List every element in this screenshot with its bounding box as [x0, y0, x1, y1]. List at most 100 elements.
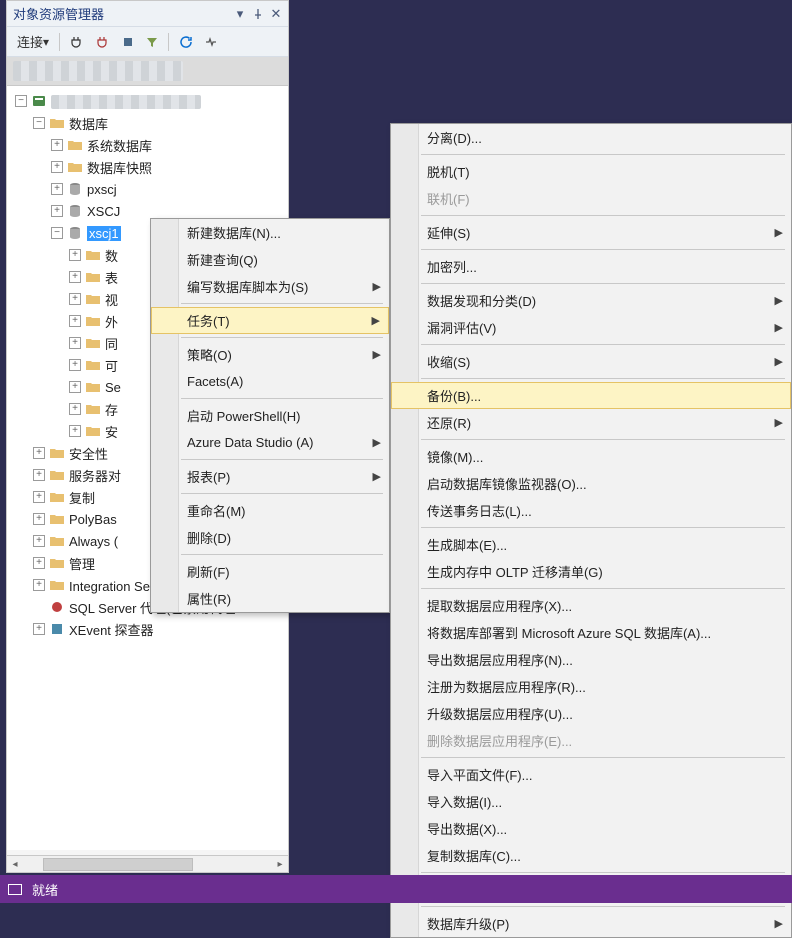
submenu-database-upgrade[interactable]: 数据库升级(P)▶	[391, 910, 791, 937]
menu-delete[interactable]: 删除(D)	[151, 524, 389, 551]
submenu-arrow-icon: ▶	[373, 348, 381, 361]
menu-properties[interactable]: 属性(R)	[151, 585, 389, 612]
menu-sep	[421, 378, 785, 379]
menu-sep	[421, 439, 785, 440]
submenu-import-flat-file[interactable]: 导入平面文件(F)...	[391, 761, 791, 788]
submenu-arrow-icon: ▶	[373, 470, 381, 483]
tree-db-pxscj[interactable]: + pxscj	[9, 178, 286, 200]
plug-connect-icon[interactable]	[66, 33, 88, 51]
collapse-icon[interactable]: −	[33, 117, 45, 129]
menu-facets[interactable]: Facets(A)	[151, 368, 389, 395]
dropdown-icon[interactable]: ▾	[234, 8, 246, 20]
submenu-launch-mirror-monitor[interactable]: 启动数据库镜像监视器(O)...	[391, 470, 791, 497]
submenu-import-data[interactable]: 导入数据(I)...	[391, 788, 791, 815]
plug-disconnect-icon[interactable]	[92, 33, 114, 51]
menu-policies[interactable]: 策略(O)▶	[151, 341, 389, 368]
folder-icon	[67, 159, 83, 175]
menu-tasks[interactable]: 任务(T)▶	[151, 307, 389, 334]
expand-icon[interactable]: +	[51, 139, 63, 151]
collapse-icon[interactable]: −	[51, 227, 63, 239]
menu-reports[interactable]: 报表(P)▶	[151, 463, 389, 490]
close-icon[interactable]: ✕	[270, 8, 282, 20]
submenu-generate-scripts[interactable]: 生成脚本(E)...	[391, 531, 791, 558]
submenu-copy-database[interactable]: 复制数据库(C)...	[391, 842, 791, 869]
menu-sep	[421, 344, 785, 345]
submenu-ship-logs[interactable]: 传送事务日志(L)...	[391, 497, 791, 524]
menu-script-database[interactable]: 编写数据库脚本为(S)▶	[151, 273, 389, 300]
menu-sep	[421, 283, 785, 284]
agent-icon	[49, 599, 65, 615]
menu-new-query[interactable]: 新建查询(Q)	[151, 246, 389, 273]
scroll-left-icon[interactable]: ◂	[7, 857, 23, 872]
tree-system-databases[interactable]: + 系统数据库	[9, 134, 286, 156]
submenu-bring-online: 联机(F)	[391, 185, 791, 212]
submenu-arrow-icon: ▶	[775, 321, 783, 334]
connect-dropdown[interactable]: 连接 ▾	[13, 30, 53, 53]
tree-databases[interactable]: − 数据库	[9, 112, 286, 134]
submenu-delete-dac: 删除数据层应用程序(E)...	[391, 727, 791, 754]
pin-icon[interactable]	[252, 8, 264, 20]
submenu-arrow-icon: ▶	[775, 917, 783, 930]
submenu-deploy-azure[interactable]: 将数据库部署到 Microsoft Azure SQL 数据库(A)...	[391, 619, 791, 646]
menu-sep	[421, 906, 785, 907]
folder-icon	[85, 247, 101, 263]
tree-xevent[interactable]: +XEvent 探查器	[9, 618, 286, 640]
submenu-take-offline[interactable]: 脱机(T)	[391, 158, 791, 185]
menu-start-powershell[interactable]: 启动 PowerShell(H)	[151, 402, 389, 429]
menu-sep	[421, 872, 785, 873]
tasks-submenu: 分离(D)... 脱机(T) 联机(F) 延伸(S)▶ 加密列... 数据发现和…	[390, 123, 792, 938]
scroll-thumb[interactable]	[43, 858, 193, 871]
submenu-vulnerability[interactable]: 漏洞评估(V)▶	[391, 314, 791, 341]
connection-bar	[7, 57, 288, 86]
refresh-icon[interactable]	[175, 33, 197, 51]
submenu-stretch[interactable]: 延伸(S)▶	[391, 219, 791, 246]
database-icon	[67, 225, 83, 241]
scroll-right-icon[interactable]: ▸	[272, 857, 288, 872]
submenu-register-dac[interactable]: 注册为数据层应用程序(R)...	[391, 673, 791, 700]
submenu-export-data[interactable]: 导出数据(X)...	[391, 815, 791, 842]
menu-sep	[181, 493, 383, 494]
menu-sep	[421, 757, 785, 758]
submenu-detach[interactable]: 分离(D)...	[391, 124, 791, 151]
submenu-restore[interactable]: 还原(R)▶	[391, 409, 791, 436]
menu-sep	[421, 154, 785, 155]
folder-icon	[85, 423, 101, 439]
expand-icon[interactable]: +	[51, 183, 63, 195]
submenu-mirror[interactable]: 镜像(M)...	[391, 443, 791, 470]
submenu-encrypt-columns[interactable]: 加密列...	[391, 253, 791, 280]
submenu-export-dac[interactable]: 导出数据层应用程序(N)...	[391, 646, 791, 673]
menu-azure-data-studio[interactable]: Azure Data Studio (A)▶	[151, 429, 389, 456]
submenu-extract-dac[interactable]: 提取数据层应用程序(X)...	[391, 592, 791, 619]
submenu-arrow-icon: ▶	[775, 294, 783, 307]
submenu-oltp-migration[interactable]: 生成内存中 OLTP 迁移清单(G)	[391, 558, 791, 585]
folder-icon	[85, 335, 101, 351]
menu-new-database[interactable]: 新建数据库(N)...	[151, 219, 389, 246]
submenu-upgrade-dac[interactable]: 升级数据层应用程序(U)...	[391, 700, 791, 727]
activity-icon[interactable]	[201, 33, 223, 51]
submenu-shrink[interactable]: 收缩(S)▶	[391, 348, 791, 375]
tree-db-snapshots[interactable]: + 数据库快照	[9, 156, 286, 178]
submenu-arrow-icon: ▶	[775, 226, 783, 239]
server-icon	[31, 93, 47, 109]
horizontal-scrollbar[interactable]: ◂ ▸	[6, 856, 289, 873]
submenu-backup[interactable]: 备份(B)...	[391, 382, 791, 409]
filter-icon[interactable]	[142, 34, 162, 50]
menu-sep	[421, 249, 785, 250]
expand-icon[interactable]: +	[51, 205, 63, 217]
folder-icon	[49, 577, 65, 593]
submenu-data-discovery[interactable]: 数据发现和分类(D)▶	[391, 287, 791, 314]
submenu-arrow-icon: ▶	[775, 355, 783, 368]
tree-server-node[interactable]: −	[9, 90, 286, 112]
status-bar: 就绪	[0, 875, 792, 903]
menu-sep	[181, 554, 383, 555]
menu-sep	[181, 398, 383, 399]
collapse-icon[interactable]: −	[15, 95, 27, 107]
menu-refresh[interactable]: 刷新(F)	[151, 558, 389, 585]
menu-sep	[181, 459, 383, 460]
blurred-server-name	[51, 95, 201, 109]
expand-icon[interactable]: +	[51, 161, 63, 173]
stop-icon[interactable]	[118, 34, 138, 50]
panel-title: 对象资源管理器	[13, 4, 104, 23]
menu-rename[interactable]: 重命名(M)	[151, 497, 389, 524]
folder-icon	[67, 137, 83, 153]
